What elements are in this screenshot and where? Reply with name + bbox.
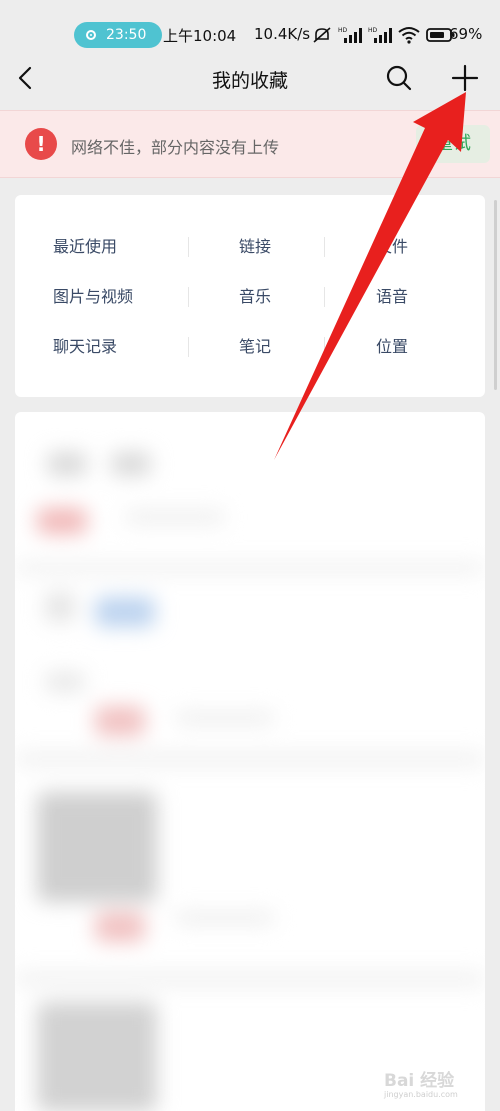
call-indicator-icon — [86, 30, 96, 40]
category-grid: 最近使用 链接 文件 图片与视频 音乐 语音 聊天记录 笔记 位置 — [15, 195, 485, 397]
divider — [188, 337, 189, 357]
divider — [324, 337, 325, 357]
category-links[interactable]: 链接 — [239, 235, 271, 259]
category-files[interactable]: 文件 — [376, 235, 408, 259]
wifi-icon — [398, 27, 420, 44]
signal-hd-2-icon: HD — [368, 27, 392, 43]
category-chat-history[interactable]: 聊天记录 — [53, 335, 117, 359]
retry-button[interactable]: 重试 — [416, 125, 490, 163]
favorites-list-blurred — [15, 412, 485, 1111]
divider — [188, 237, 189, 257]
svg-text:HD: HD — [368, 27, 378, 34]
call-duration: 23:50 — [106, 27, 147, 43]
category-photos-videos[interactable]: 图片与视频 — [53, 285, 133, 309]
status-icons: HD HD — [312, 25, 456, 45]
category-recent[interactable]: 最近使用 — [53, 235, 117, 259]
category-location[interactable]: 位置 — [376, 335, 408, 359]
page-title: 我的收藏 — [211, 70, 288, 92]
add-icon[interactable] — [451, 64, 479, 92]
watermark-url: jingyan.baidu.com — [384, 1090, 458, 1099]
alert-icon: ! — [25, 128, 57, 160]
svg-text:HD: HD — [338, 27, 348, 34]
status-bar: 23:50 上午10:04 10.4K/s HD HD 69% — [0, 0, 500, 54]
banner-message: 网络不佳，部分内容没有上传 — [71, 138, 280, 157]
watermark-brand: Bai 经验 — [384, 1071, 455, 1091]
blurred-content — [15, 412, 485, 1111]
network-speed: 10.4K/s — [254, 25, 311, 43]
scrollbar[interactable] — [494, 200, 497, 390]
battery-percent: 69% — [449, 25, 483, 43]
category-music[interactable]: 音乐 — [239, 285, 271, 309]
ongoing-call-pill[interactable]: 23:50 — [74, 22, 162, 48]
status-clock: 上午10:04 — [163, 27, 237, 45]
nav-bar: 我的收藏 — [0, 54, 500, 104]
network-error-banner: ! 网络不佳，部分内容没有上传 重试 — [0, 110, 500, 178]
mute-bell-icon — [313, 27, 331, 43]
divider — [324, 237, 325, 257]
category-voice[interactable]: 语音 — [376, 285, 408, 309]
divider — [324, 287, 325, 307]
signal-hd-1-icon: HD — [338, 27, 362, 43]
category-notes[interactable]: 笔记 — [239, 335, 271, 359]
search-icon[interactable] — [385, 64, 413, 92]
divider — [188, 287, 189, 307]
